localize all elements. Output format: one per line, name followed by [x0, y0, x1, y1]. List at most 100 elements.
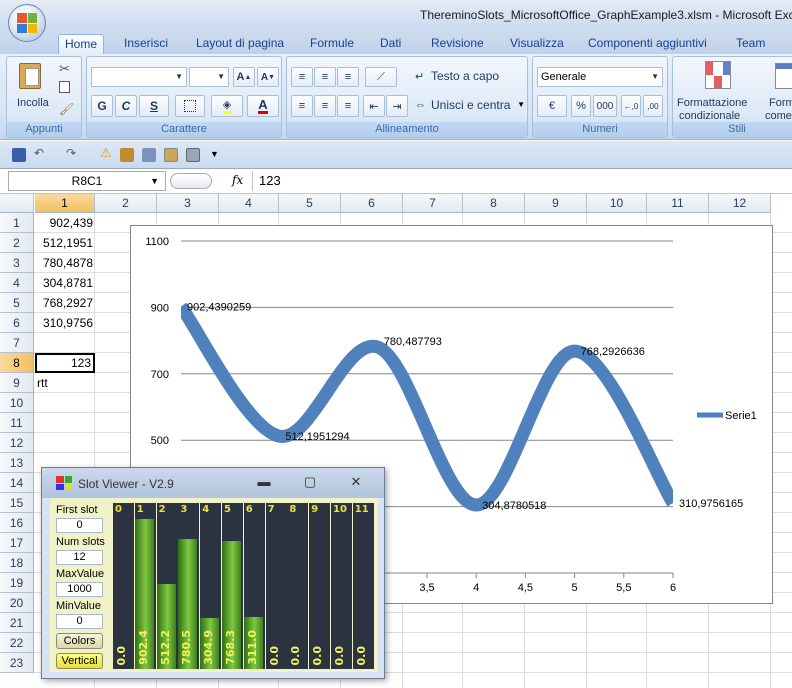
row-header-12[interactable]: 12	[0, 433, 34, 453]
column-header-9[interactable]: 9	[525, 194, 587, 213]
row-header-7[interactable]: 7	[0, 333, 34, 353]
thousands-button[interactable]: 000	[593, 95, 617, 117]
row-header-16[interactable]: 16	[0, 513, 34, 533]
slot-viewer-titlebar[interactable]: Slot Viewer - V2.9 ▬ ▢ ✕	[42, 468, 384, 498]
increase-indent-icon[interactable]: ⇥	[386, 95, 408, 117]
close-icon[interactable]: ✕	[342, 472, 370, 492]
row-header-20[interactable]: 20	[0, 593, 34, 613]
copy-icon[interactable]	[59, 81, 70, 93]
cell-r1c1[interactable]: 902,439	[35, 213, 95, 233]
tab-page-layout[interactable]: Layout di pagina	[190, 34, 290, 54]
name-box[interactable]: R8C1 ▼	[8, 171, 166, 191]
cell-r4c1[interactable]: 304,8781	[35, 273, 95, 293]
format-as-table-button[interactable]: Form come ta	[765, 59, 792, 122]
first-slot-input[interactable]: 0	[56, 518, 103, 533]
tab-formulas[interactable]: Formule	[304, 34, 360, 54]
font-color-button[interactable]: A	[247, 95, 279, 117]
orientation-icon[interactable]: ⟋	[365, 67, 397, 87]
row-header-13[interactable]: 13	[0, 453, 34, 473]
column-header-6[interactable]: 6	[341, 194, 403, 213]
bold-button[interactable]: G	[91, 95, 113, 117]
row-header-14[interactable]: 14	[0, 473, 34, 493]
num-slots-input[interactable]: 12	[56, 550, 103, 565]
vertical-button[interactable]: Vertical	[56, 653, 103, 669]
minimize-icon[interactable]: ▬	[250, 472, 278, 492]
tab-home[interactable]: Home	[58, 34, 105, 54]
tab-team[interactable]: Team	[730, 34, 771, 54]
column-header-2[interactable]: 2	[95, 194, 157, 213]
decrease-indent-icon[interactable]: ⇤	[363, 95, 385, 117]
align-center-icon[interactable]: ≡	[314, 95, 336, 117]
wrap-text-button[interactable]: ↵ Testo a capo	[415, 68, 525, 86]
align-left-icon[interactable]: ≡	[291, 95, 313, 117]
increase-decimal-button[interactable]: ←,0	[621, 95, 641, 117]
column-header-10[interactable]: 10	[587, 194, 647, 213]
column-header-5[interactable]: 5	[279, 194, 341, 213]
macro-icon[interactable]	[120, 148, 134, 162]
tab-data[interactable]: Dati	[374, 34, 407, 54]
cell-r6c1[interactable]: 310,9756	[35, 313, 95, 333]
align-middle-icon[interactable]: ≡	[314, 67, 336, 87]
slot-viewer-window[interactable]: Slot Viewer - V2.9 ▬ ▢ ✕ First slot 0 Nu…	[41, 467, 385, 679]
row-header-15[interactable]: 15	[0, 493, 34, 513]
percent-button[interactable]: %	[571, 95, 591, 117]
tab-addins[interactable]: Componenti aggiuntivi	[582, 34, 713, 54]
colors-button[interactable]: Colors	[56, 633, 103, 649]
tab-insert[interactable]: Inserisci	[118, 34, 174, 54]
cell-r3c1[interactable]: 780,4878	[35, 253, 95, 273]
redo-icon[interactable]: ↷	[66, 146, 80, 160]
shrink-font-button[interactable]: A ▼	[257, 67, 279, 87]
column-header-3[interactable]: 3	[157, 194, 219, 213]
column-header-1[interactable]: 1	[35, 194, 95, 213]
cut-icon[interactable]: ✂	[59, 61, 70, 77]
grow-font-button[interactable]: A ▲	[233, 67, 255, 87]
record-icon[interactable]	[164, 148, 178, 162]
customize-qat-icon[interactable]: ▼	[210, 149, 224, 163]
maximize-icon[interactable]: ▢	[296, 472, 324, 492]
column-header-12[interactable]: 12	[709, 194, 771, 213]
row-header-23[interactable]: 23	[0, 653, 34, 673]
align-right-icon[interactable]: ≡	[337, 95, 359, 117]
row-header-6[interactable]: 6	[0, 313, 34, 333]
conditional-formatting-button[interactable]: Formattazione condizionale	[677, 59, 757, 122]
max-value-input[interactable]: 1000	[56, 582, 103, 597]
number-format-combo[interactable]: Generale ▼	[537, 67, 663, 87]
tab-review[interactable]: Revisione	[425, 34, 490, 54]
row-header-9[interactable]: 9	[0, 373, 34, 393]
row-header-8[interactable]: 8	[0, 353, 34, 373]
underline-button[interactable]: S	[139, 95, 169, 117]
row-header-3[interactable]: 3	[0, 253, 34, 273]
row-header-4[interactable]: 4	[0, 273, 34, 293]
undo-icon[interactable]: ↶	[34, 146, 48, 160]
row-header-10[interactable]: 10	[0, 393, 34, 413]
font-size-combo[interactable]: ▼	[189, 67, 229, 87]
align-top-icon[interactable]: ≡	[291, 67, 313, 87]
row-header-11[interactable]: 11	[0, 413, 34, 433]
save-icon[interactable]	[12, 148, 26, 162]
tools-icon[interactable]	[186, 148, 200, 162]
fx-icon[interactable]: fx	[232, 173, 243, 187]
warning-icon[interactable]: ⚠	[100, 145, 114, 160]
italic-button[interactable]: C	[115, 95, 137, 117]
select-all-corner[interactable]	[0, 194, 34, 213]
office-button[interactable]	[8, 4, 46, 42]
form-icon[interactable]	[142, 148, 156, 162]
tab-view[interactable]: Visualizza	[504, 34, 570, 54]
merge-center-button[interactable]: ⇔ Unisci e centra ▼	[415, 97, 527, 115]
column-header-11[interactable]: 11	[647, 194, 709, 213]
formula-expand-handle[interactable]	[170, 173, 212, 189]
cell-r2c1[interactable]: 512,1951	[35, 233, 95, 253]
format-painter-icon[interactable]: 🖌	[59, 102, 74, 116]
column-header-8[interactable]: 8	[463, 194, 525, 213]
align-bottom-icon[interactable]: ≡	[337, 67, 359, 87]
row-header-21[interactable]: 21	[0, 613, 34, 633]
row-header-22[interactable]: 22	[0, 633, 34, 653]
fill-color-button[interactable]: ◈	[211, 95, 243, 117]
column-header-7[interactable]: 7	[403, 194, 463, 213]
cell-r5c1[interactable]: 768,2927	[35, 293, 95, 313]
min-value-input[interactable]: 0	[56, 614, 103, 629]
font-name-combo[interactable]: ▼	[91, 67, 187, 87]
cell-r9c1[interactable]: rtt	[35, 373, 95, 393]
row-header-17[interactable]: 17	[0, 533, 34, 553]
formula-input[interactable]: 123	[252, 171, 792, 191]
